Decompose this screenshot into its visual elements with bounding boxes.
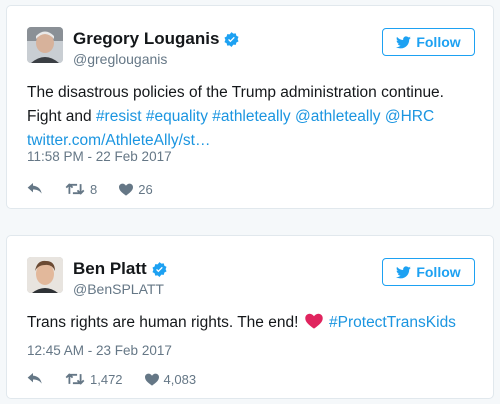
author-name-row: Gregory Louganis	[73, 29, 240, 49]
tweet-text: Trans rights are human rights. The end! …	[27, 311, 475, 335]
avatar[interactable]	[27, 257, 63, 293]
like-count: 4,083	[163, 371, 197, 387]
tweet-card: Ben Platt @BenSPLATT Follow Trans rights…	[6, 235, 494, 399]
like-icon	[144, 373, 159, 386]
reply-icon	[27, 372, 43, 386]
tweet-card: Gregory Louganis @greglouganis Follow Th…	[6, 5, 494, 209]
follow-button[interactable]: Follow	[382, 28, 475, 56]
hashtag-resist[interactable]: #resist	[96, 108, 142, 125]
timestamp[interactable]: 11:58 PM - 22 Feb 2017	[27, 149, 172, 164]
tweet-actions: 8 26	[27, 180, 175, 198]
display-name[interactable]: Ben Platt	[73, 259, 147, 279]
like-icon	[119, 183, 134, 196]
timestamp[interactable]: 12:45 AM - 23 Feb 2017	[27, 343, 172, 358]
hashtag-protecttranskids[interactable]: #ProtectTransKids	[329, 314, 456, 331]
avatar[interactable]	[27, 27, 63, 63]
hashtag-equality[interactable]: #equality	[146, 108, 208, 125]
handle[interactable]: @BenSPLATT	[73, 281, 164, 297]
display-name[interactable]: Gregory Louganis	[73, 29, 219, 49]
bird-icon	[396, 35, 412, 49]
retweet-button[interactable]: 8	[65, 182, 97, 197]
handle[interactable]: @greglouganis	[73, 51, 167, 67]
retweet-icon	[65, 372, 85, 386]
like-button[interactable]: 4,083	[144, 371, 197, 387]
bird-icon	[396, 265, 412, 279]
tweet-actions: 1,472 4,083	[27, 370, 218, 388]
mention-hrc[interactable]: @HRC	[385, 108, 434, 125]
tweet-text-body: Trans rights are human rights. The end!	[27, 314, 299, 331]
reply-icon	[27, 182, 43, 196]
like-count: 26	[138, 181, 153, 197]
reply-button[interactable]	[27, 372, 43, 386]
reply-button[interactable]	[27, 182, 43, 196]
author-name-row: Ben Platt	[73, 259, 168, 279]
tweet-link[interactable]: twitter.com/AthleteAlly/st…	[27, 132, 210, 149]
follow-button-label: Follow	[416, 264, 461, 280]
heart-emoji	[304, 313, 323, 329]
follow-button-label: Follow	[416, 34, 461, 50]
verified-icon	[151, 261, 168, 278]
retweet-count: 1,472	[90, 371, 123, 387]
follow-button[interactable]: Follow	[382, 258, 475, 286]
hashtag-athleteally[interactable]: #athleteally	[212, 108, 290, 125]
like-button[interactable]: 26	[119, 181, 153, 197]
verified-icon	[223, 31, 240, 48]
mention-athleteally[interactable]: @athleteally	[295, 108, 381, 125]
tweet-text: The disastrous policies of the Trump adm…	[27, 81, 475, 153]
retweet-icon	[65, 182, 85, 196]
retweet-count: 8	[90, 181, 98, 197]
retweet-button[interactable]: 1,472	[65, 372, 123, 387]
